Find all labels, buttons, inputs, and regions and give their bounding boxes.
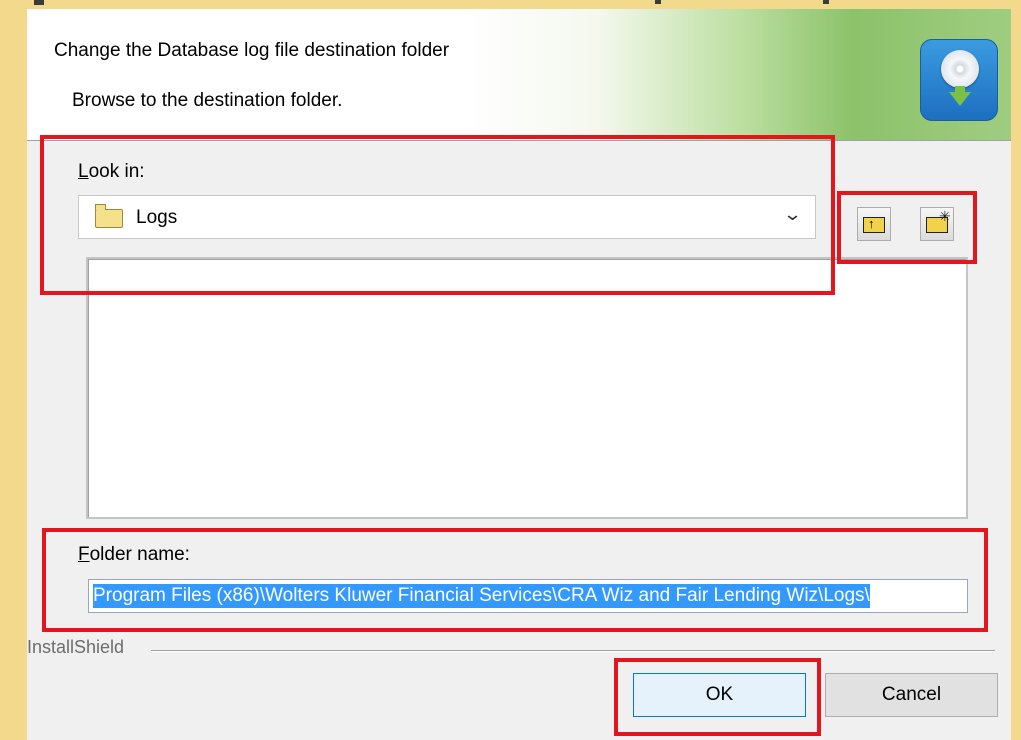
highlight-ok [614, 658, 821, 736]
dialog-subtitle: Browse to the destination folder. [72, 90, 343, 111]
dialog-header: Change the Database log file destination… [27, 9, 1011, 141]
highlight-toolbar [837, 191, 977, 264]
highlight-look-in [40, 135, 835, 295]
window-border-right [1011, 9, 1021, 740]
window-border-left [0, 9, 27, 740]
divider [151, 650, 995, 652]
folder-list[interactable] [86, 257, 968, 519]
dialog-title: Change the Database log file destination… [54, 40, 450, 61]
highlight-folder-name [42, 528, 988, 632]
app-disc-icon [920, 39, 998, 121]
title-fragment [823, 0, 829, 4]
cancel-button[interactable]: Cancel [825, 673, 998, 717]
installshield-label: InstallShield [27, 637, 125, 657]
browse-dialog: Change the Database log file destination… [27, 9, 1011, 740]
title-fragment [655, 0, 661, 4]
window-icon [34, 0, 44, 5]
window-title-bar [0, 0, 1021, 9]
